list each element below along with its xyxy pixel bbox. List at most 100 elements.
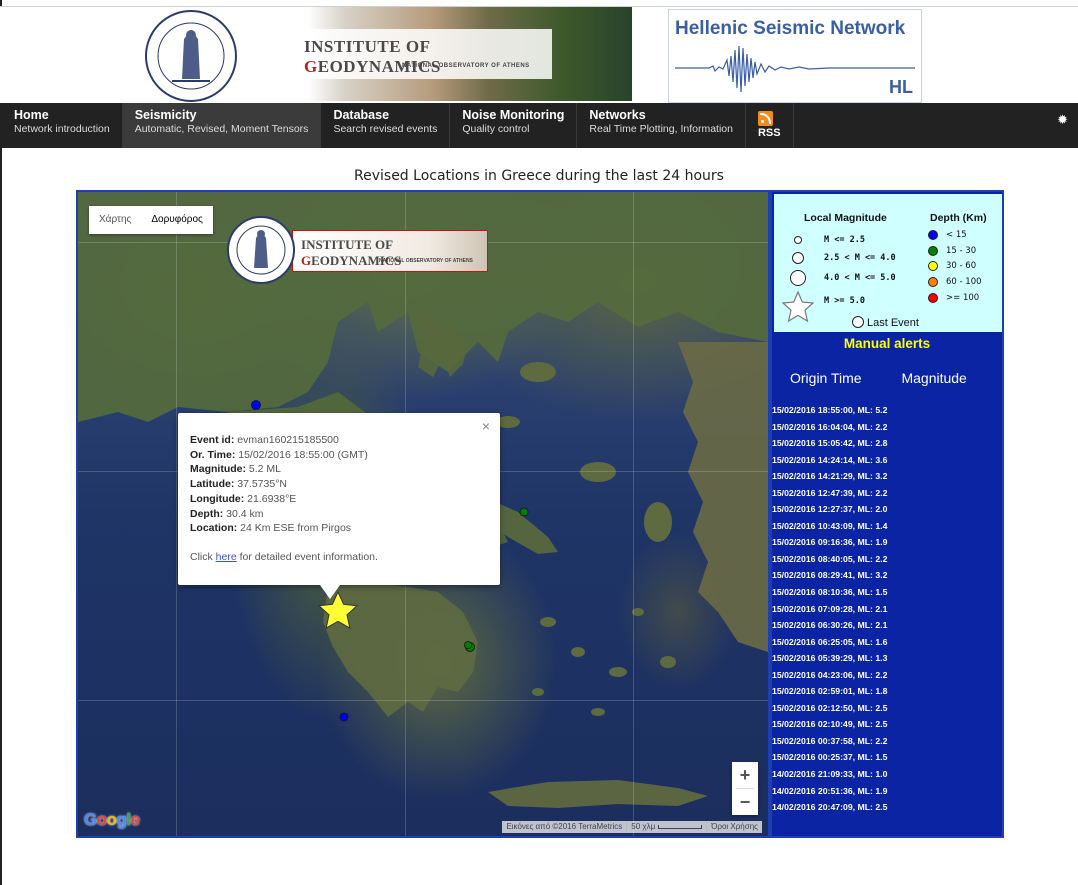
popup-depth: Depth: 30.4 km — [190, 507, 488, 522]
map-scale-bar — [658, 824, 703, 829]
map-logo-subtitle: NATIONAL OBSERVATORY OF ATHENS — [379, 258, 473, 264]
popup-close-icon[interactable]: × — [482, 419, 490, 434]
event-list-item[interactable]: 15/02/2016 12:47:39, ML: 2.2 — [772, 485, 1002, 502]
event-list-item[interactable]: 15/02/2016 15:05:42, ML: 2.8 — [772, 435, 1002, 452]
event-list-item[interactable]: 15/02/2016 08:40:05, ML: 2.2 — [772, 551, 1002, 568]
nav-home-sub: Network introduction — [14, 123, 110, 135]
event-list-item[interactable]: 15/02/2016 14:24:14, ML: 3.6 — [772, 452, 1002, 469]
page-title: Revised Locations in Greece during the l… — [354, 168, 724, 184]
nav-database[interactable]: Database Search revised events — [321, 103, 451, 148]
zoom-out-button[interactable]: − — [732, 789, 758, 815]
legend-depth-dot-green — [928, 246, 938, 256]
event-list-item[interactable]: 15/02/2016 07:09:28, ML: 2.1 — [772, 601, 1002, 618]
legend-depth-dot-orange — [928, 277, 938, 287]
event-list-item[interactable]: 15/02/2016 10:43:09, ML: 1.4 — [772, 518, 1002, 535]
event-list-item[interactable]: 15/02/2016 06:30:26, ML: 2.1 — [772, 617, 1002, 634]
google-logo[interactable]: Google — [84, 810, 140, 830]
popup-depth-label: Depth: — [190, 507, 224, 520]
nav-networks[interactable]: Networks Real Time Plotting, Information — [577, 103, 746, 148]
column-origin-time: Origin Time — [790, 370, 862, 386]
main-navigation: Home Network introduction Seismicity Aut… — [2, 103, 1078, 148]
event-list-item[interactable]: 15/02/2016 18:55:00, ML: 5.2 — [772, 402, 1002, 419]
popup-details-text: Click here for detailed event informatio… — [190, 550, 488, 565]
popup-event-id-value: evman160215185500 — [237, 434, 339, 446]
legend-magnitude-1: M <= 2.5 — [824, 235, 865, 245]
legend-depth-1: < 15 — [946, 230, 967, 240]
zoom-control: + − — [732, 762, 758, 815]
google-letter: e — [130, 810, 140, 829]
rss-icon — [757, 111, 773, 126]
map-terms-link[interactable]: Όροι Χρήσης — [706, 821, 762, 833]
event-list-item[interactable]: 15/02/2016 05:39:29, ML: 1.3 — [772, 650, 1002, 667]
map-type-map-button[interactable]: Χάρτης — [89, 206, 141, 234]
popup-latitude-label: Latitude: — [190, 478, 235, 491]
event-list-item[interactable]: 15/02/2016 12:27:37, ML: 2.0 — [772, 501, 1002, 518]
legend-star-icon — [781, 290, 815, 323]
event-marker-green[interactable] — [519, 507, 529, 517]
event-list-item[interactable]: 15/02/2016 00:25:37, ML: 1.5 — [772, 749, 1002, 766]
popup-location-label: Location: — [190, 522, 238, 535]
column-magnitude: Magnitude — [901, 370, 967, 386]
event-list-item[interactable]: 15/02/2016 08:10:36, ML: 1.5 — [772, 584, 1002, 601]
event-list-item[interactable]: 15/02/2016 02:59:01, ML: 1.8 — [772, 683, 1002, 700]
nav-seismicity-sub: Automatic, Revised, Moment Tensors — [134, 123, 309, 135]
last-event-circle-icon — [852, 316, 864, 328]
legend-magnitude-4: M >= 5.0 — [824, 296, 865, 306]
events-column-headers: Origin Time Magnitude — [790, 370, 967, 386]
map-logo-title: INSTITUTE OF GEODYNAMICS — [301, 237, 487, 269]
network-title: Hellenic Seismic Network — [675, 18, 906, 39]
nav-database-sub: Search revised events — [333, 123, 438, 135]
legend-depth-3: 30 - 60 — [946, 261, 977, 271]
event-list-item[interactable]: 14/02/2016 20:47:09, ML: 2.5 — [772, 799, 1002, 816]
event-list-item[interactable]: 15/02/2016 16:04:04, ML: 2.2 — [772, 419, 1002, 436]
hellenic-seismic-network-logo[interactable]: Hellenic Seismic Network HL — [668, 9, 922, 103]
legend-depth-title: Depth (Km) — [930, 212, 987, 224]
event-list-item[interactable]: 15/02/2016 08:29:41, ML: 3.2 — [772, 567, 1002, 584]
event-list-item[interactable]: 15/02/2016 02:10:49, ML: 2.5 — [772, 716, 1002, 733]
map-logo-rest: NSTITUTE OF — [306, 237, 393, 252]
institute-subtitle: NATIONAL OBSERVATORY OF ATHENS — [402, 63, 530, 69]
popup-click-post: for detailed event information. — [236, 550, 378, 563]
event-marker-blue[interactable] — [251, 400, 261, 410]
popup-longitude-label: Longitude: — [190, 492, 245, 505]
popup-origin-time: Or. Time: 15/02/2016 18:55:00 (GMT) — [190, 448, 488, 463]
institute-of-geodynamics-banner[interactable]: INSTITUTE OF GEODYNAMICS NATIONAL OBSERV… — [272, 7, 632, 101]
event-list-item[interactable]: 15/02/2016 09:16:36, ML: 1.9 — [772, 534, 1002, 551]
legend-depth-4: 60 - 100 — [946, 277, 982, 287]
map-imagery-credit: Εικόνες από ©2016 TerraMetrics — [506, 822, 623, 831]
event-marker-blue[interactable] — [339, 712, 349, 722]
map-scale-label: 50 χλμ — [631, 822, 656, 831]
event-list-item[interactable]: 15/02/2016 06:25:05, ML: 1.6 — [772, 634, 1002, 651]
map-type-satellite-button[interactable]: Δορυφόρος — [141, 206, 213, 234]
gear-icon[interactable]: ✹ — [1057, 112, 1068, 128]
nav-database-label: Database — [333, 108, 390, 122]
popup-event-id-label: Event id: — [190, 434, 235, 446]
observatory-seal-logo[interactable] — [142, 9, 240, 103]
event-list-item[interactable]: 15/02/2016 00:37:58, ML: 2.2 — [772, 733, 1002, 750]
event-info-popup: × Event id: evman160215185500 Or. Time: … — [178, 413, 500, 599]
legend-depth-dot-yellow — [928, 261, 938, 271]
popup-longitude-value: 21.6938°E — [247, 492, 297, 505]
map-scale[interactable]: 50 χλμ — [626, 821, 706, 833]
events-side-panel: Local Magnitude Depth (Km) M <= 2.5 2.5 … — [770, 190, 1004, 838]
map-logo-banner: INSTITUTE OF GEODYNAMICS NATIONAL OBSERV… — [292, 230, 488, 272]
satellite-map[interactable]: Χάρτης Δορυφόρος INSTITUTE OF GEODYNAMIC… — [78, 192, 768, 836]
event-list-item[interactable]: 14/02/2016 20:51:36, ML: 1.9 — [772, 783, 1002, 800]
nav-seismicity[interactable]: Seismicity Automatic, Revised, Moment Te… — [122, 103, 322, 148]
events-list: 15/02/2016 18:55:00, ML: 5.2 15/02/2016 … — [772, 402, 1002, 816]
event-details-link[interactable]: here — [216, 551, 237, 563]
nav-noise-label: Noise Monitoring — [462, 108, 565, 122]
nav-noise-monitoring[interactable]: Noise Monitoring Quality control — [450, 103, 578, 148]
event-list-item[interactable]: 15/02/2016 14:21:29, ML: 3.2 — [772, 468, 1002, 485]
event-list-item[interactable]: 15/02/2016 02:12:50, ML: 2.5 — [772, 700, 1002, 717]
popup-magnitude: Magnitude: 5.2 ML — [190, 462, 488, 477]
legend-depth-5: >= 100 — [946, 293, 980, 303]
popup-event-id: Event id: evman160215185500 — [190, 433, 488, 448]
nav-rss[interactable]: RSS — [746, 103, 794, 148]
event-marker-green[interactable] — [464, 641, 472, 649]
event-list-item[interactable]: 14/02/2016 21:09:33, ML: 1.0 — [772, 766, 1002, 783]
map-logo-g: G — [301, 253, 312, 268]
zoom-in-button[interactable]: + — [732, 762, 758, 788]
nav-home[interactable]: Home Network introduction — [2, 103, 123, 148]
event-list-item[interactable]: 15/02/2016 04:23:06, ML: 2.2 — [772, 667, 1002, 684]
